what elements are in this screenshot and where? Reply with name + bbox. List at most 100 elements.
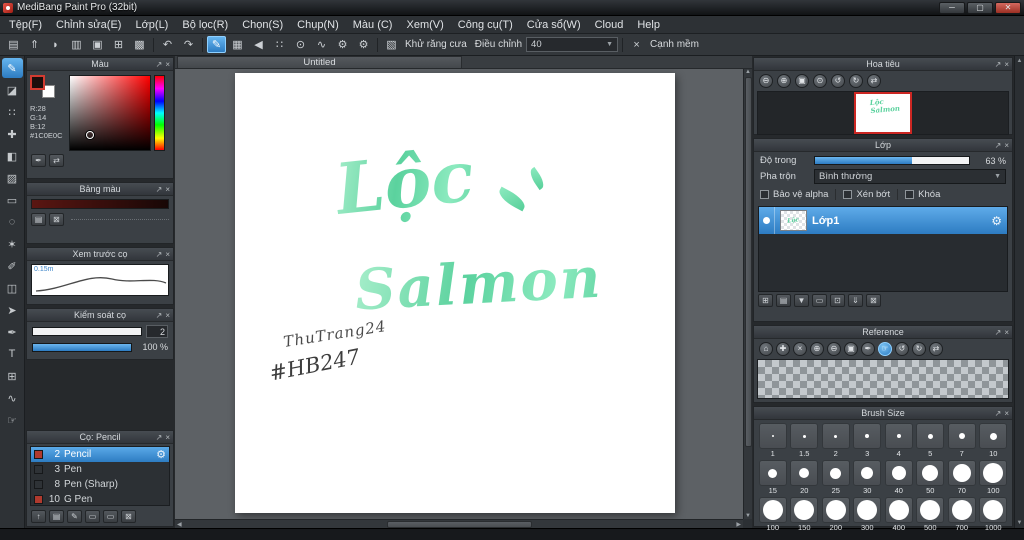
zoom-in-icon[interactable]: ⊕	[777, 74, 791, 88]
popout-icon[interactable]: ↗	[995, 141, 1002, 150]
vertical-scrollbar[interactable]: ▲ ▼	[743, 69, 752, 519]
brush-size-button-5[interactable]	[916, 423, 945, 449]
adjust-dropdown[interactable]: 40 ▼	[526, 37, 619, 52]
select-eraser-tool[interactable]: ◫	[2, 278, 23, 298]
ref-zoom-in-icon[interactable]: ⊕	[810, 342, 824, 356]
brush-folder2-icon[interactable]: ▭	[103, 510, 118, 523]
close-icon[interactable]: ×	[165, 311, 170, 320]
ref-hand-icon[interactable]: ☞	[878, 342, 892, 356]
close-icon[interactable]: ×	[1004, 328, 1009, 337]
brush-size-button-1000[interactable]	[979, 497, 1008, 523]
brush-size-button-500[interactable]	[916, 497, 945, 523]
ref-close-icon[interactable]: ×	[793, 342, 807, 356]
brush-opacity-slider[interactable]	[32, 342, 132, 352]
close-icon[interactable]: ×	[165, 250, 170, 259]
brush-item-2[interactable]: 8 Pen (Sharp)	[31, 477, 169, 492]
dock-scrollbar[interactable]: ▲ ▼	[1014, 56, 1024, 528]
saturation-value-picker[interactable]	[69, 75, 151, 151]
scroll-down-icon[interactable]: ▼	[1017, 520, 1023, 526]
delete-brush-icon[interactable]: ⊠	[121, 510, 136, 523]
menu-item-1[interactable]: Chỉnh sửa(E)	[49, 17, 128, 33]
menu-item-3[interactable]: Bộ lọc(R)	[175, 17, 235, 33]
curve-tool[interactable]: ∿	[2, 388, 23, 408]
brush-size-button-100[interactable]	[758, 497, 787, 523]
popout-icon[interactable]: ↗	[995, 409, 1002, 418]
redo-icon[interactable]: ↷	[179, 36, 198, 53]
brush-size-value[interactable]: 2	[146, 325, 168, 338]
layer-visibility-toggle[interactable]	[759, 207, 775, 234]
brush-size-button-4[interactable]	[884, 423, 913, 449]
palette-gradient[interactable]	[31, 199, 169, 209]
scroll-right-icon[interactable]: ▶	[736, 521, 741, 528]
popout-icon[interactable]: ↗	[156, 60, 163, 69]
brush-size-button-1[interactable]	[758, 423, 787, 449]
brush-menu-icon[interactable]: ✎	[67, 510, 82, 523]
popout-icon[interactable]: ↗	[156, 185, 163, 194]
menu-item-8[interactable]: Công cụ(T)	[451, 17, 520, 33]
color-swatches[interactable]	[30, 75, 60, 101]
save-icon[interactable]: ⇑	[25, 36, 44, 53]
close-icon[interactable]: ×	[165, 185, 170, 194]
material-panel-icon[interactable]: ▩	[130, 36, 149, 53]
add-color-icon[interactable]: ▤	[31, 213, 46, 226]
brush-prev-icon[interactable]: ◀	[249, 36, 268, 53]
eyedropper-icon[interactable]: ✒	[31, 154, 46, 167]
brush-item-3[interactable]: 10 G Pen	[31, 492, 169, 505]
hand-tool[interactable]: ☞	[2, 410, 23, 430]
close-icon[interactable]: ×	[1004, 141, 1009, 150]
select-tool[interactable]: ▭	[2, 190, 23, 210]
horizontal-scroll-thumb[interactable]	[386, 520, 532, 528]
ref-eyedropper-icon[interactable]: ✒	[861, 342, 875, 356]
close-icon[interactable]: ×	[1004, 60, 1009, 69]
brush-settings-icon[interactable]: ⚙	[333, 36, 352, 53]
brush-size-button-300[interactable]	[853, 497, 882, 523]
gear-icon[interactable]: ⚙	[991, 214, 1002, 228]
hue-bar[interactable]	[154, 75, 165, 151]
drawing-canvas[interactable]: Lộc Salmon ThuTrang24 #HB247	[235, 73, 675, 513]
text-tool[interactable]: T	[2, 344, 23, 364]
brush-size-button-200[interactable]	[821, 497, 850, 523]
brush-pressure-icon[interactable]: ⊙	[291, 36, 310, 53]
brush-size-button-70[interactable]	[947, 460, 976, 486]
brush-size-button-20[interactable]	[790, 460, 819, 486]
canvas-tab[interactable]: Untitled	[177, 56, 462, 68]
ref-move-icon[interactable]: ✚	[776, 342, 790, 356]
brush-size-button-50[interactable]	[916, 460, 945, 486]
brush-size-button-3[interactable]	[853, 423, 882, 449]
layer-menu-icon[interactable]: ▼	[794, 294, 809, 307]
brush-size-button-150[interactable]	[790, 497, 819, 523]
brush-size-button-100[interactable]	[979, 460, 1008, 486]
horizontal-scrollbar[interactable]: ◀ ▶	[175, 519, 743, 528]
color-picker-cursor[interactable]	[86, 130, 94, 139]
copy-icon[interactable]: ▥	[67, 36, 86, 53]
brush-item-0[interactable]: 2 Pencil ⚙	[31, 447, 169, 462]
merge-down-icon[interactable]: ⇓	[848, 294, 863, 307]
add-brush-icon[interactable]: ↑	[31, 510, 46, 523]
menu-item-5[interactable]: Chụp(N)	[290, 17, 346, 33]
gear-icon[interactable]: ⚙	[156, 448, 166, 461]
flip-horizontal-icon[interactable]: ⇄	[867, 74, 881, 88]
alpha-protect-checkbox[interactable]	[760, 190, 769, 199]
vertical-scroll-thumb[interactable]	[744, 77, 752, 447]
opacity-slider[interactable]	[814, 156, 970, 165]
actual-size-icon[interactable]: ⊙	[813, 74, 827, 88]
brush-size-button-40[interactable]	[884, 460, 913, 486]
close-icon[interactable]: ×	[165, 433, 170, 442]
operation-tool[interactable]: ➤	[2, 300, 23, 320]
layer-row-lop1[interactable]: Lộc Lớp1 ⚙	[759, 207, 1007, 234]
brush-size-button-30[interactable]	[853, 460, 882, 486]
eyedropper-tool[interactable]: ✒	[2, 322, 23, 342]
new-canvas-icon[interactable]: ▤	[4, 36, 23, 53]
delete-layer-icon[interactable]: ⊠	[866, 294, 881, 307]
brush-size-slider[interactable]	[32, 327, 142, 336]
popout-icon[interactable]: ↗	[156, 250, 163, 259]
menu-item-9[interactable]: Cửa sổ(W)	[520, 17, 588, 33]
magic-wand-tool[interactable]: ✶	[2, 234, 23, 254]
close-icon[interactable]: ×	[165, 60, 170, 69]
brush-type-icon[interactable]: ▦	[228, 36, 247, 53]
menu-item-6[interactable]: Màu (C)	[346, 17, 400, 33]
brush-tool[interactable]: ✎	[1, 58, 23, 78]
swap-colors-icon[interactable]: ⇄	[49, 154, 64, 167]
menu-item-11[interactable]: Help	[630, 17, 667, 33]
fit-window-icon[interactable]: ▣	[795, 74, 809, 88]
